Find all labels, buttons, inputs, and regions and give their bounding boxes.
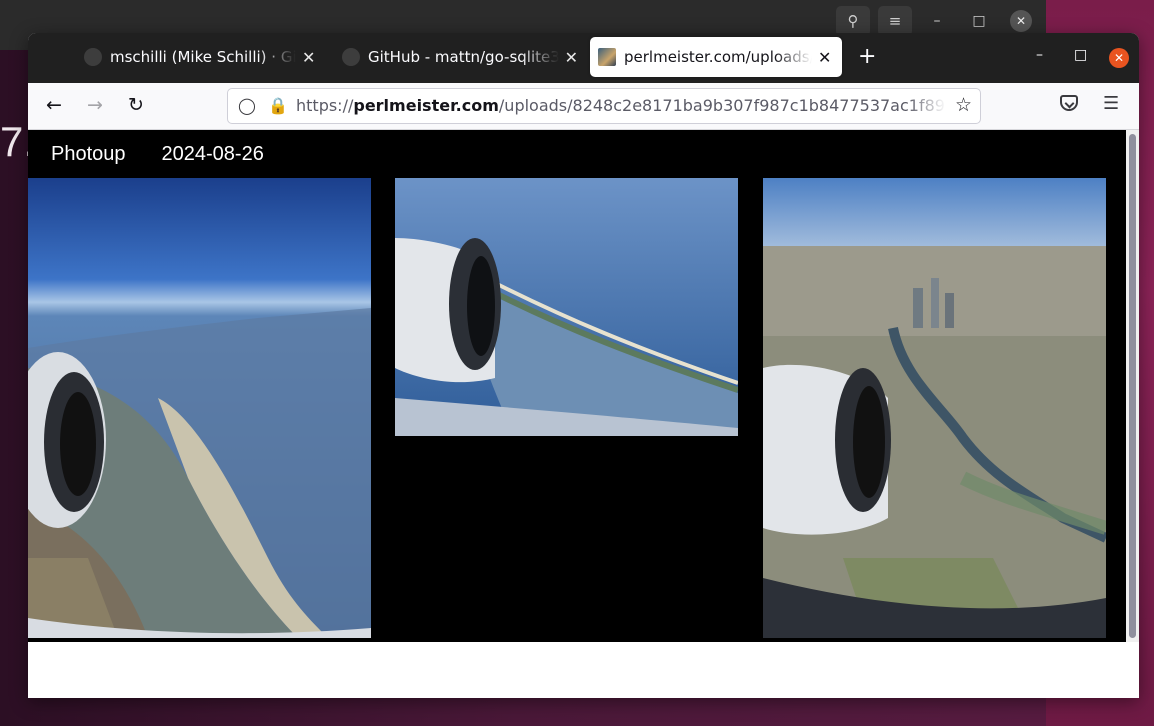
close-window-icon[interactable]: ✕ xyxy=(1109,48,1129,68)
photo-spit[interactable] xyxy=(395,178,738,436)
url-domain: perlmeister.com xyxy=(353,96,499,115)
tab-perlmeister[interactable]: perlmeister.com/uploads/ ✕ xyxy=(590,37,842,77)
url-bar[interactable]: ◯ 🔒 https://perlmeister.com/uploads/8248… xyxy=(227,88,981,124)
minimize-icon[interactable]: – xyxy=(1036,47,1043,63)
photo-spit-image xyxy=(395,178,738,436)
site-nav: Photoup 2024-08-26 xyxy=(51,143,264,166)
lock-icon[interactable]: 🔒 xyxy=(268,96,288,115)
tab-label: mschilli (Mike Schilli) · GitHub xyxy=(110,48,296,66)
close-tab-icon[interactable]: ✕ xyxy=(302,48,315,67)
minimize-icon[interactable]: – xyxy=(920,6,954,36)
reload-icon[interactable]: ↻ xyxy=(128,94,144,116)
close-tab-icon[interactable]: ✕ xyxy=(818,48,831,67)
new-tab-icon[interactable]: + xyxy=(858,44,876,69)
tab-label: perlmeister.com/uploads/ xyxy=(624,48,812,66)
photo-coastline[interactable] xyxy=(28,178,371,638)
photo-city[interactable] xyxy=(763,178,1106,638)
tab-label: GitHub - mattn/go-sqlite3 xyxy=(368,48,559,66)
hamburger-menu-icon[interactable]: ☰ xyxy=(1103,93,1119,114)
photo-city-image xyxy=(763,178,1106,638)
maximize-icon[interactable]: □ xyxy=(962,6,996,36)
photo-gallery: Photoup 2024-08-26 xyxy=(28,130,1126,642)
page-scrollbar[interactable] xyxy=(1126,130,1139,642)
tab-bar: mschilli (Mike Schilli) · GitHub ✕ GitHu… xyxy=(28,33,1139,83)
page-content: Photoup 2024-08-26 xyxy=(28,130,1139,698)
firefox-window: mschilli (Mike Schilli) · GitHub ✕ GitHu… xyxy=(28,33,1139,698)
url-text[interactable]: https://perlmeister.com/uploads/8248c2e8… xyxy=(296,96,946,115)
scrollbar-thumb[interactable] xyxy=(1129,134,1136,638)
forward-arrow-icon[interactable]: → xyxy=(87,94,103,116)
github-icon xyxy=(84,48,102,66)
hamburger-icon[interactable]: ≡ xyxy=(878,6,912,36)
maximize-icon[interactable]: □ xyxy=(1074,47,1087,63)
photo-favicon xyxy=(598,48,616,66)
album-date-link[interactable]: 2024-08-26 xyxy=(162,143,264,166)
tab-mschilli[interactable]: mschilli (Mike Schilli) · GitHub ✕ xyxy=(84,37,320,77)
close-tab-icon[interactable]: ✕ xyxy=(565,48,578,67)
url-scheme: https:// xyxy=(296,96,354,115)
back-arrow-icon[interactable]: ← xyxy=(46,94,62,116)
site-home-link[interactable]: Photoup xyxy=(51,143,126,166)
magnifier-icon[interactable]: ⚲ xyxy=(836,6,870,36)
url-path: /uploads/8248c2e8171ba9b307f987c1b847753… xyxy=(498,96,946,115)
shield-icon[interactable]: ◯ xyxy=(238,96,256,115)
github-icon xyxy=(342,48,360,66)
pocket-icon[interactable] xyxy=(1060,95,1078,111)
close-icon[interactable]: ✕ xyxy=(1010,10,1032,32)
bookmark-star-icon[interactable]: ☆ xyxy=(955,94,972,116)
photo-coastline-image xyxy=(28,178,371,638)
tab-go-sqlite3[interactable]: GitHub - mattn/go-sqlite3 ✕ xyxy=(342,37,578,77)
navigation-toolbar: ← → ↻ ◯ 🔒 https://perlmeister.com/upload… xyxy=(28,83,1139,130)
